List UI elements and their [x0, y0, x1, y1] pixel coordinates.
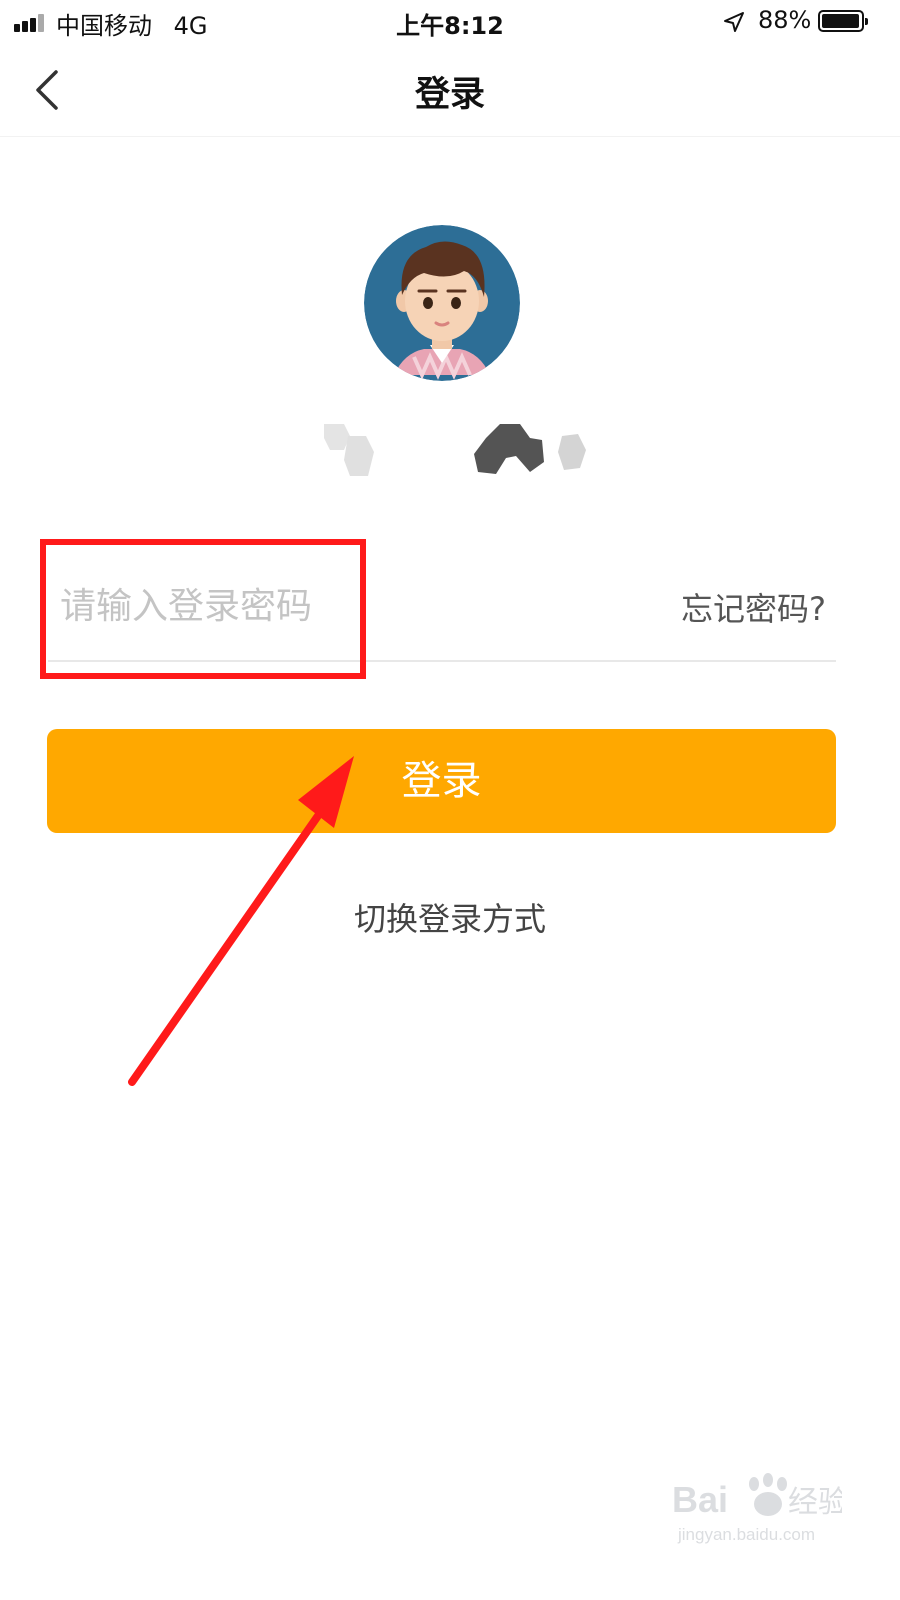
location-arrow-icon — [724, 12, 744, 32]
avatar — [364, 225, 520, 381]
svg-text:经验: 经验 — [788, 1485, 842, 1520]
annotation-highlight-box — [40, 539, 366, 679]
battery-percent: 88% — [758, 6, 812, 34]
status-bar: 中国移动 4G 上午8:12 88% — [0, 0, 900, 44]
baidu-watermark-logo: Bai 经验 jingyan.baidu.com — [672, 1473, 842, 1544]
svg-text:Bai: Bai — [672, 1479, 728, 1520]
login-button[interactable]: 登录 — [47, 729, 836, 833]
svg-text:jingyan.baidu.com: jingyan.baidu.com — [677, 1525, 815, 1544]
switch-login-method-link[interactable]: 切换登录方式 — [0, 894, 900, 940]
page-title: 登录 — [414, 75, 485, 115]
forgot-password-link[interactable]: 忘记密码? — [681, 584, 826, 630]
nav-bar: 登录 — [0, 44, 900, 137]
username-mosaic — [324, 424, 586, 476]
battery-icon — [818, 10, 868, 32]
